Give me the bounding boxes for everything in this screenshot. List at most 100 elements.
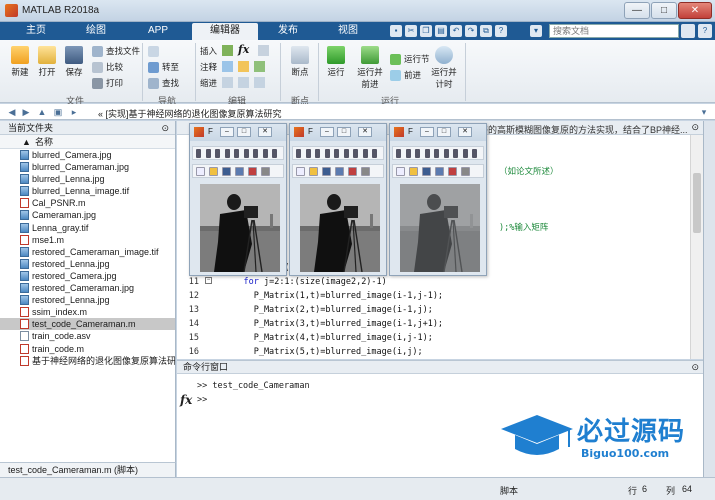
figure-maximize-button[interactable]: □: [237, 127, 251, 137]
up-folder-icon[interactable]: ▲: [36, 106, 48, 118]
tab-publish[interactable]: 发布: [262, 23, 314, 40]
dropdown-icon[interactable]: ▾: [530, 25, 542, 37]
forward-icon[interactable]: ▶: [20, 106, 32, 118]
save-quick-icon[interactable]: ▪: [390, 25, 402, 37]
tab-plots[interactable]: 绘图: [68, 23, 124, 40]
menu-item-icon[interactable]: [272, 149, 277, 158]
code-line[interactable]: P_Matrix(3,t)=blurred_image(i-1,j+1);: [223, 319, 443, 329]
menu-item-icon[interactable]: [243, 149, 249, 158]
code-line[interactable]: P_Matrix(4,t)=blurred_image(i,j-1);: [223, 333, 433, 343]
insert-button[interactable]: 插入: [200, 45, 217, 58]
command-prompt[interactable]: >>: [197, 395, 207, 405]
advance-button[interactable]: 前进: [390, 69, 421, 82]
new-figure-icon[interactable]: [296, 167, 305, 176]
file-list-item[interactable]: mse1.m: [0, 234, 175, 246]
run-section-button[interactable]: 运行节: [390, 53, 430, 66]
name-column-header[interactable]: 名称 ▲: [0, 135, 175, 149]
folder-root-icon[interactable]: ▸: [68, 106, 80, 118]
figure-window[interactable]: F – □ ✕: [289, 123, 387, 276]
menu-item-icon[interactable]: [343, 149, 349, 158]
file-list-item[interactable]: test_code_Cameraman.m: [0, 318, 175, 331]
editor-scrollbar[interactable]: [690, 135, 703, 359]
file-list-item[interactable]: train_code.m: [0, 343, 175, 355]
uncomment-icon[interactable]: [254, 61, 265, 72]
editor-menu-icon[interactable]: ⊙: [691, 122, 699, 133]
menu-item-icon[interactable]: [362, 149, 368, 158]
file-list-item[interactable]: restored_Camera.jpg: [0, 270, 175, 282]
file-list-item[interactable]: Lenna_gray.tif: [0, 222, 175, 234]
menu-item-icon[interactable]: [372, 149, 377, 158]
switch-windows-icon[interactable]: ⧉: [480, 25, 492, 37]
code-line[interactable]: P_Matrix(2,t)=blurred_image(i-1,j);: [223, 305, 433, 315]
back-forward-button[interactable]: [148, 45, 162, 58]
save-figure-icon[interactable]: [422, 167, 431, 176]
menu-item-icon[interactable]: [353, 149, 358, 158]
menu-item-icon[interactable]: [296, 149, 301, 158]
insert-section-icon[interactable]: [222, 45, 233, 56]
new-figure-icon[interactable]: [196, 167, 205, 176]
brush-icon[interactable]: [248, 167, 257, 176]
figure-minimize-button[interactable]: –: [420, 127, 434, 137]
path-dropdown-icon[interactable]: ▾: [698, 106, 710, 118]
back-icon[interactable]: ◀: [6, 106, 18, 118]
figure-minimize-button[interactable]: –: [220, 127, 234, 137]
open-figure-icon[interactable]: [209, 167, 218, 176]
figure-minimize-button[interactable]: –: [320, 127, 334, 137]
code-line[interactable]: （如论文所述）: [499, 165, 559, 177]
scroll-thumb[interactable]: [693, 173, 701, 233]
tab-apps[interactable]: APP: [130, 23, 186, 40]
save-button[interactable]: 保存: [60, 46, 88, 78]
compare-button[interactable]: 比较: [92, 61, 123, 74]
goto-button[interactable]: 转至: [148, 61, 179, 74]
menu-item-icon[interactable]: [224, 149, 230, 158]
comment-percent-icon[interactable]: [222, 61, 233, 72]
browse-folder-icon[interactable]: ▣: [52, 106, 64, 118]
file-list-item[interactable]: ssim_index.m: [0, 306, 175, 318]
file-list-item[interactable]: blurred_Camera.jpg: [0, 149, 175, 161]
find-button[interactable]: 查找: [148, 77, 179, 90]
dropdown-icon[interactable]: [461, 167, 470, 176]
search-icon[interactable]: [681, 24, 695, 38]
panel-menu-icon[interactable]: ⊙: [161, 121, 169, 135]
menu-item-icon[interactable]: [234, 149, 239, 158]
file-list-item[interactable]: blurred_Lenna.jpg: [0, 173, 175, 185]
decrease-indent-icon[interactable]: [254, 77, 265, 88]
current-folder-path[interactable]: « [实现]基于神经网络的退化图像复原算法研究: [98, 107, 282, 120]
minimize-button[interactable]: —: [624, 2, 650, 19]
menu-item-icon[interactable]: [396, 149, 401, 158]
menu-item-icon[interactable]: [434, 149, 439, 158]
menu-item-icon[interactable]: [453, 149, 458, 158]
menu-item-icon[interactable]: [415, 149, 420, 158]
menu-item-icon[interactable]: [324, 149, 330, 158]
file-list-item[interactable]: restored_Cameraman.jpg: [0, 282, 175, 294]
figure-close-button[interactable]: ✕: [458, 127, 472, 137]
print-button[interactable]: 打印: [92, 77, 123, 90]
undo-quick-icon[interactable]: ↶: [450, 25, 462, 37]
save-figure-icon[interactable]: [322, 167, 331, 176]
run-and-time-button[interactable]: 运行并计时: [430, 46, 458, 90]
print-figure-icon[interactable]: [235, 167, 244, 176]
run-button[interactable]: 运行: [322, 46, 350, 78]
find-files-button[interactable]: 查找文件: [92, 45, 140, 58]
file-list-item[interactable]: blurred_Cameraman.jpg: [0, 161, 175, 173]
open-figure-icon[interactable]: [409, 167, 418, 176]
figure-maximize-button[interactable]: □: [337, 127, 351, 137]
menu-item-icon[interactable]: [315, 149, 320, 158]
breakpoints-button[interactable]: 断点: [285, 46, 315, 78]
close-button[interactable]: ✕: [678, 2, 712, 19]
cut-quick-icon[interactable]: ✂: [405, 25, 417, 37]
paste-quick-icon[interactable]: ▤: [435, 25, 447, 37]
print-figure-icon[interactable]: [335, 167, 344, 176]
dropdown-icon[interactable]: [361, 167, 370, 176]
menu-item-icon[interactable]: [262, 149, 268, 158]
menu-item-icon[interactable]: [424, 149, 430, 158]
fold-toggle[interactable]: −: [205, 277, 212, 284]
menu-item-icon[interactable]: [462, 149, 468, 158]
tab-view[interactable]: 视图: [320, 23, 376, 40]
fx-icon[interactable]: fx: [238, 43, 249, 56]
print-figure-icon[interactable]: [435, 167, 444, 176]
dropdown-icon[interactable]: [261, 167, 270, 176]
tab-editor[interactable]: 编辑器: [192, 23, 258, 40]
menu-item-icon[interactable]: [215, 149, 220, 158]
menu-item-icon[interactable]: [205, 149, 211, 158]
